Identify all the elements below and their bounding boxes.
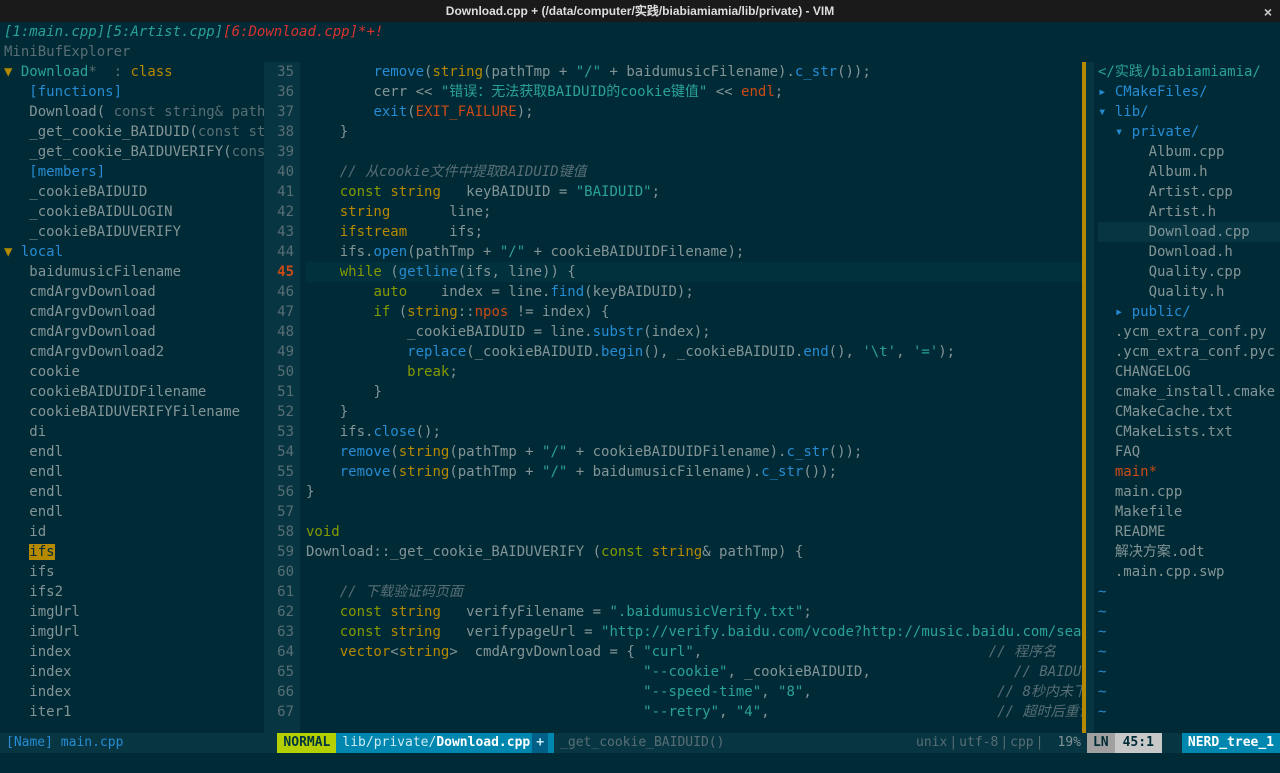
tag-section-members[interactable]: [members] bbox=[29, 164, 105, 180]
tag-local[interactable]: ifs bbox=[29, 564, 54, 580]
nerd-file[interactable]: main.cpp bbox=[1115, 484, 1182, 500]
tag-local[interactable]: di bbox=[29, 424, 46, 440]
nerd-dir[interactable]: lib/ bbox=[1115, 104, 1149, 120]
tag-class-download[interactable]: Download bbox=[21, 64, 88, 80]
modified-icon: + bbox=[532, 733, 548, 753]
tag-func-get-baiduverify[interactable]: _get_cookie_BAIDUVERIFY( bbox=[29, 144, 231, 160]
tag-func-download[interactable]: Download( bbox=[29, 104, 105, 120]
tag-local[interactable]: iter1 bbox=[29, 704, 71, 720]
tag-local-current[interactable]: ifs bbox=[29, 544, 54, 560]
window-titlebar: Download.cpp + (/data/computer/实践/biabia… bbox=[0, 0, 1280, 22]
status-nerdtree: NERD_tree_1 bbox=[1182, 733, 1280, 753]
current-line: while (getline(ifs, line)) { bbox=[306, 262, 1086, 282]
nerd-file[interactable]: Makefile bbox=[1115, 504, 1182, 520]
nerd-file[interactable]: .ycm_extra_conf.pyc bbox=[1115, 344, 1275, 360]
status-fileinfo: unix | utf-8 | cpp | bbox=[910, 733, 1051, 753]
nerd-file[interactable]: Album.h bbox=[1149, 164, 1208, 180]
tag-member[interactable]: _cookieBAIDULOGIN bbox=[29, 204, 172, 220]
scrollbar-indicator bbox=[1082, 62, 1086, 733]
line-number-gutter: 35363738394041424344 45 4647484950515253… bbox=[264, 62, 300, 733]
command-line[interactable] bbox=[0, 753, 1280, 773]
tag-member[interactable]: _cookieBAIDUID bbox=[29, 184, 147, 200]
tag-local[interactable]: baidumusicFilename bbox=[29, 264, 181, 280]
status-position: 45:1 bbox=[1115, 733, 1162, 753]
tag-local[interactable]: endl bbox=[29, 464, 63, 480]
tag-local[interactable]: index bbox=[29, 644, 71, 660]
tag-func-get-baiduid[interactable]: _get_cookie_BAIDUID( bbox=[29, 124, 198, 140]
status-ln-label: LN bbox=[1087, 733, 1115, 753]
status-function: _get_cookie_BAIDUID() bbox=[554, 733, 730, 753]
nerd-file[interactable]: cmake_install.cmake bbox=[1115, 384, 1275, 400]
statusline: [Name] main.cpp NORMAL lib/private/Downl… bbox=[0, 733, 1280, 753]
status-percent: 19% bbox=[1051, 733, 1086, 753]
nerd-file[interactable]: CMakeCache.txt bbox=[1115, 404, 1233, 420]
tag-local[interactable]: cmdArgvDownload bbox=[29, 284, 155, 300]
tag-section-functions[interactable]: [functions] bbox=[29, 84, 122, 100]
tag-local[interactable]: cmdArgvDownload bbox=[29, 324, 155, 340]
buffer-tab-main[interactable]: [1:main.cpp] bbox=[4, 22, 105, 42]
status-tagbar-name: [Name] main.cpp bbox=[0, 733, 129, 753]
close-icon[interactable]: × bbox=[1264, 2, 1272, 22]
status-mode: NORMAL bbox=[277, 733, 336, 753]
tag-local[interactable]: id bbox=[29, 524, 46, 540]
tag-local[interactable]: endl bbox=[29, 504, 63, 520]
nerd-file[interactable]: 解决方案.odt bbox=[1115, 544, 1205, 560]
code-editor[interactable]: remove(string(pathTmp + "/" + baidumusic… bbox=[300, 62, 1086, 733]
nerd-file[interactable]: .ycm_extra_conf.py bbox=[1115, 324, 1267, 340]
current-line-number: 45 bbox=[264, 262, 294, 282]
nerd-file[interactable]: Download.h bbox=[1149, 244, 1233, 260]
status-filepath: lib/private/Download.cpp+ bbox=[336, 733, 554, 753]
nerd-dir[interactable]: CMakeFiles/ bbox=[1115, 84, 1208, 100]
tag-local[interactable]: endl bbox=[29, 444, 63, 460]
buffer-tab-artist[interactable]: [5:Artist.cpp] bbox=[105, 22, 223, 42]
nerd-file[interactable]: CMakeLists.txt bbox=[1115, 424, 1233, 440]
buffer-tabline: [1:main.cpp] [5:Artist.cpp] [6:Download.… bbox=[0, 22, 1280, 42]
nerd-file-current[interactable]: Download.cpp bbox=[1149, 224, 1250, 240]
tag-local[interactable]: imgUrl bbox=[29, 624, 80, 640]
tag-member[interactable]: _cookieBAIDUVERIFY bbox=[29, 224, 181, 240]
nerd-file[interactable]: .main.cpp.swp bbox=[1115, 564, 1225, 580]
tag-local[interactable]: cookieBAIDUIDFilename bbox=[29, 384, 206, 400]
tagbar-panel[interactable]: ▼ Download* : class [functions] Download… bbox=[0, 62, 264, 733]
tag-local[interactable]: endl bbox=[29, 484, 63, 500]
nerd-file[interactable]: FAQ bbox=[1115, 444, 1140, 460]
tag-local[interactable]: imgUrl bbox=[29, 604, 80, 620]
tag-local[interactable]: cmdArgvDownload bbox=[29, 304, 155, 320]
minibuf-explorer-label: MiniBufExplorer bbox=[0, 42, 1280, 62]
tag-section-local[interactable]: local bbox=[21, 244, 63, 260]
tag-local[interactable]: index bbox=[29, 664, 71, 680]
nerd-file[interactable]: Album.cpp bbox=[1149, 144, 1225, 160]
buffer-tab-download[interactable]: [6:Download.cpp]*+! bbox=[223, 22, 383, 42]
nerd-file[interactable]: Quality.h bbox=[1149, 284, 1225, 300]
nerdtree-panel[interactable]: </实践/biabiamiamia/ ▸ CMakeFiles/ ▾ lib/ … bbox=[1094, 62, 1280, 733]
tag-local[interactable]: ifs2 bbox=[29, 584, 63, 600]
nerd-file[interactable]: Artist.h bbox=[1149, 204, 1216, 220]
nerd-file[interactable]: README bbox=[1115, 524, 1166, 540]
nerd-file-modified[interactable]: main* bbox=[1115, 464, 1157, 480]
tag-local[interactable]: cookie bbox=[29, 364, 80, 380]
nerd-root[interactable]: </实践/biabiamiamia/ bbox=[1098, 64, 1261, 80]
nerd-file[interactable]: Artist.cpp bbox=[1149, 184, 1233, 200]
nerd-dir[interactable]: private/ bbox=[1132, 124, 1199, 140]
nerd-file[interactable]: CHANGELOG bbox=[1115, 364, 1191, 380]
nerd-file[interactable]: Quality.cpp bbox=[1149, 264, 1242, 280]
tag-local[interactable]: cookieBAIDUVERIFYFilename bbox=[29, 404, 240, 420]
tag-local[interactable]: cmdArgvDownload2 bbox=[29, 344, 164, 360]
window-title: Download.cpp + (/data/computer/实践/biabia… bbox=[446, 1, 834, 21]
nerd-dir[interactable]: public/ bbox=[1132, 304, 1191, 320]
tag-local[interactable]: index bbox=[29, 684, 71, 700]
